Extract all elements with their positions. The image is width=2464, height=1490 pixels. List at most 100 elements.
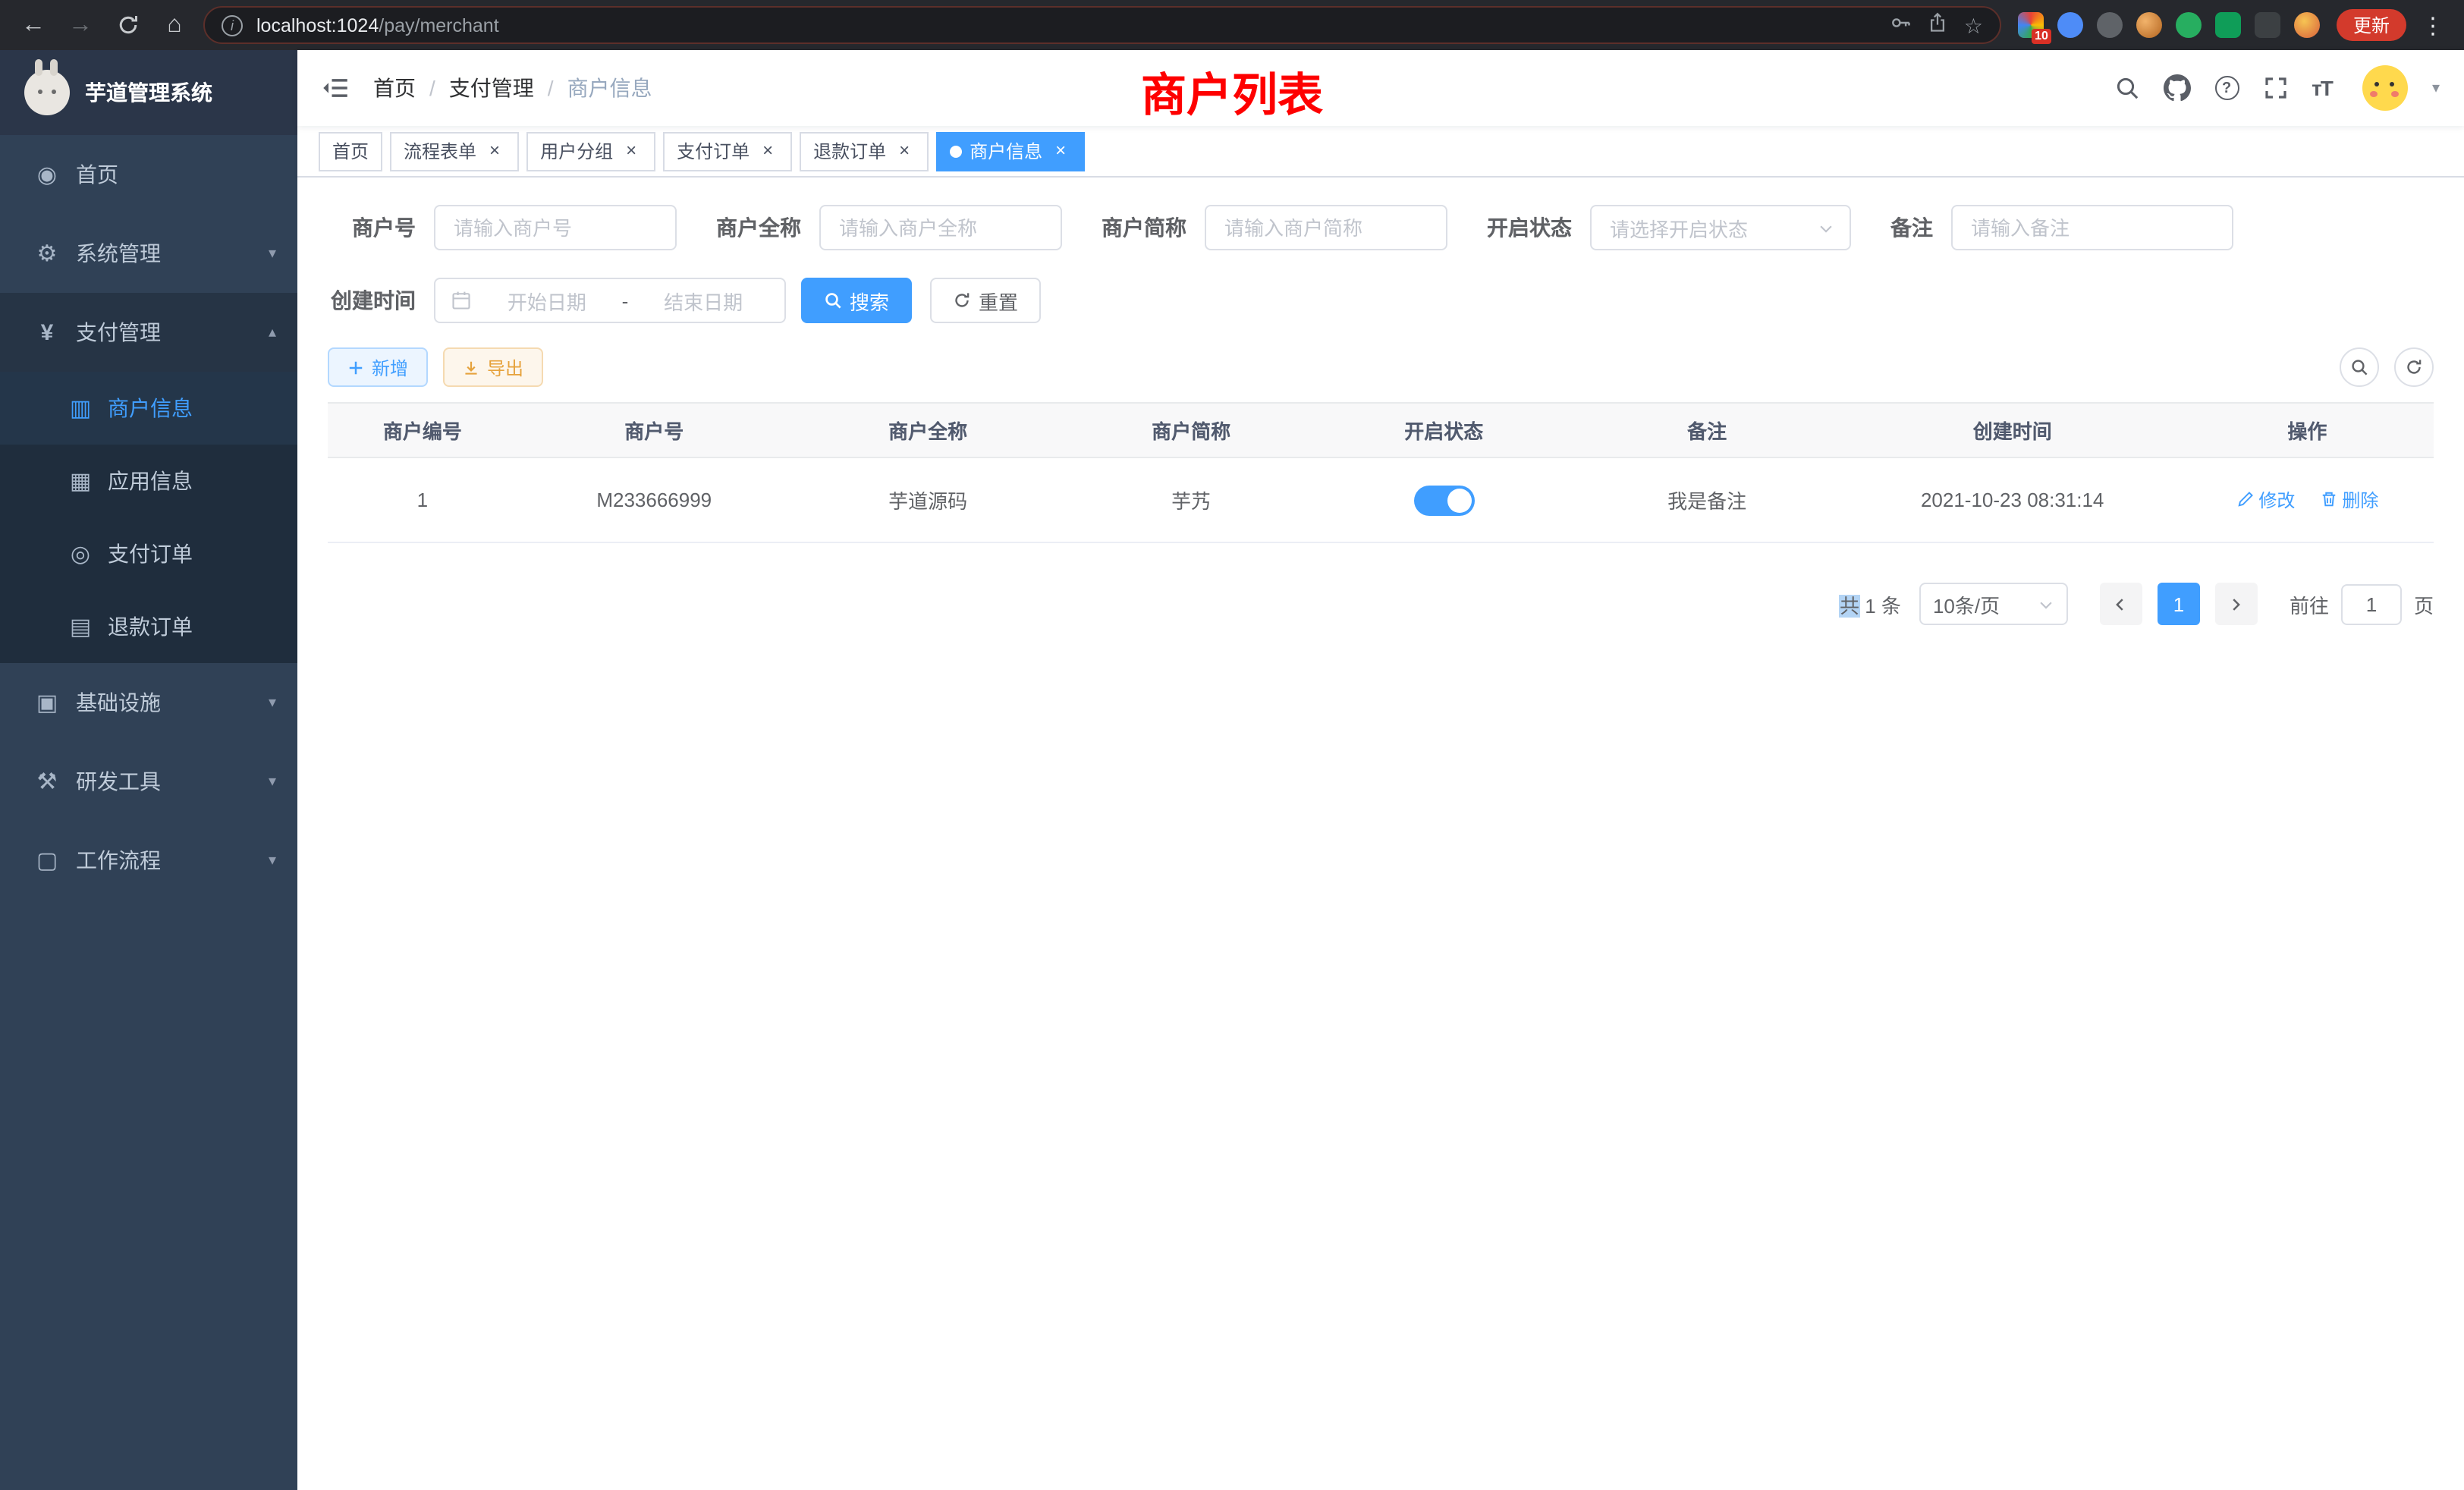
col-remark: 备注 (1570, 403, 1844, 457)
header-search-icon[interactable] (2114, 76, 2139, 100)
cell-merchant-id: 1 (328, 457, 517, 542)
url-text[interactable]: localhost:1024/pay/merchant (256, 14, 1878, 36)
active-dot (950, 145, 962, 157)
avatar[interactable] (2362, 65, 2408, 111)
col-merchant-id: 商户编号 (328, 403, 517, 457)
extension-icon-2[interactable] (2057, 12, 2083, 38)
tab-pay-order[interactable]: 支付订单 × (663, 131, 792, 171)
breadcrumb-payment[interactable]: 支付管理 (449, 73, 534, 103)
cell-status (1318, 457, 1570, 542)
sidebar-item-system[interactable]: ⚙ 系统管理 ▾ (0, 214, 297, 293)
user-caret-down-icon[interactable]: ▾ (2432, 80, 2440, 96)
sidebar-fold-icon[interactable] (322, 74, 349, 102)
col-full-name: 商户全称 (791, 403, 1065, 457)
browser-update-button[interactable]: 更新 (2337, 9, 2406, 41)
tab-label: 首页 (332, 138, 369, 164)
sidebar-item-infra[interactable]: ▣ 基础设施 ▾ (0, 663, 297, 742)
browser-reload-icon[interactable] (109, 7, 146, 43)
tab-user-group[interactable]: 用户分组 × (526, 131, 655, 171)
status-toggle[interactable] (1413, 485, 1474, 515)
sidebar-item-label: 应用信息 (108, 466, 297, 496)
page-number-1[interactable]: 1 (2158, 583, 2200, 625)
browser-forward-icon[interactable]: → (62, 7, 99, 43)
payment-submenu: ▥ 商户信息 ▦ 应用信息 ◎ 支付订单 ▤ 退款订单 (0, 372, 297, 663)
search-button[interactable]: 搜索 (801, 278, 912, 323)
extension-icon-4[interactable] (2136, 12, 2162, 38)
browser-back-icon[interactable]: ← (15, 7, 52, 43)
tab-refund-order[interactable]: 退款订单 × (800, 131, 929, 171)
extension-icon-1[interactable]: 10 (2018, 12, 2044, 38)
goto-page-input[interactable] (2341, 583, 2402, 624)
app-logo[interactable]: 芋道管理系统 (0, 50, 297, 135)
delete-link[interactable]: 删除 (2319, 487, 2378, 513)
tab-close-icon[interactable]: × (621, 140, 642, 162)
monitor-icon: ▣ (30, 689, 64, 716)
extension-icon-3[interactable] (2097, 12, 2123, 38)
tab-home[interactable]: 首页 (319, 131, 382, 171)
total-prefix: 共 (1840, 594, 1859, 617)
tab-close-icon[interactable]: × (757, 140, 778, 162)
refresh-table-button[interactable] (2394, 347, 2434, 387)
cell-merchant-no: M233666999 (517, 457, 791, 542)
tab-close-icon[interactable]: × (894, 140, 915, 162)
breadcrumb-home[interactable]: 首页 (373, 73, 416, 103)
add-button[interactable]: 新增 (328, 347, 428, 387)
extension-icon-7[interactable] (2255, 12, 2280, 38)
github-icon[interactable] (2163, 74, 2190, 102)
next-page-button[interactable] (2215, 583, 2258, 625)
remark-input[interactable] (1951, 205, 2233, 250)
merchant-shortname-input[interactable] (1205, 205, 1447, 250)
site-info-icon[interactable]: i (222, 14, 243, 36)
document-icon: ▤ (67, 613, 94, 640)
sidebar-item-refund-order[interactable]: ▤ 退款订单 (0, 590, 297, 663)
tab-close-icon[interactable]: × (484, 140, 505, 162)
sidebar-item-label: 退款订单 (108, 611, 297, 642)
extension-icon-8[interactable] (2294, 12, 2320, 38)
goto-label: 前往 (2290, 589, 2329, 618)
tab-process-form[interactable]: 流程表单 × (390, 131, 519, 171)
sidebar-item-pay-order[interactable]: ◎ 支付订单 (0, 517, 297, 590)
extensions-area: 10 (2012, 12, 2326, 38)
share-icon[interactable] (1928, 12, 1949, 38)
create-time-range-picker[interactable]: 开始日期 - 结束日期 (434, 278, 786, 323)
browser-menu-icon[interactable]: ⋮ (2417, 11, 2449, 39)
fullscreen-icon[interactable] (2263, 76, 2287, 100)
sidebar-item-workflow[interactable]: ▢ 工作流程 ▾ (0, 821, 297, 900)
card-icon: ▥ (67, 395, 94, 422)
extension-icon-6[interactable] (2215, 12, 2241, 38)
bookmark-star-icon[interactable]: ☆ (1964, 14, 1983, 36)
tab-close-icon[interactable]: × (1050, 140, 1071, 162)
merchant-fullname-input[interactable] (819, 205, 1062, 250)
table-header-row: 商户编号 商户号 商户全称 商户简称 开启状态 备注 创建时间 操作 (328, 403, 2434, 457)
status-select[interactable]: 请选择开启状态 (1590, 205, 1851, 250)
extension-badge: 10 (2032, 29, 2051, 44)
tab-label: 流程表单 (404, 138, 476, 164)
sidebar-item-label: 首页 (76, 159, 276, 190)
sidebar-item-merchant-info[interactable]: ▥ 商户信息 (0, 372, 297, 445)
sidebar-item-payment[interactable]: ¥ 支付管理 ▴ (0, 293, 297, 372)
extension-icon-5[interactable] (2176, 12, 2202, 38)
tab-merchant-info[interactable]: 商户信息 × (936, 131, 1085, 171)
prev-page-button[interactable] (2100, 583, 2142, 625)
sidebar-item-app-info[interactable]: ▦ 应用信息 (0, 445, 297, 517)
help-icon[interactable]: ? (2214, 76, 2239, 100)
edit-link[interactable]: 修改 (2236, 487, 2295, 513)
sidebar-item-home[interactable]: ◉ 首页 (0, 135, 297, 214)
page-size-select[interactable]: 10条/页 (1919, 583, 2068, 625)
font-size-icon[interactable]: тT (2312, 76, 2332, 100)
grid-icon: ▦ (67, 467, 94, 495)
reset-button[interactable]: 重置 (930, 278, 1041, 323)
page-content: 商户号 商户全称 商户简称 开启状态 请选择开启状态 (297, 178, 2464, 1490)
chevron-down-icon: ▾ (269, 694, 276, 711)
password-key-icon[interactable] (1891, 12, 1912, 38)
merchant-no-input[interactable] (434, 205, 677, 250)
toggle-search-button[interactable] (2340, 347, 2379, 387)
pagination: 共 1 条 10条/页 1 前往 (328, 583, 2434, 625)
sidebar-item-devtools[interactable]: ⚒ 研发工具 ▾ (0, 742, 297, 821)
col-actions: 操作 (2181, 403, 2434, 457)
browser-home-icon[interactable]: ⌂ (156, 7, 193, 43)
page-unit-label: 页 (2414, 589, 2434, 618)
yen-icon: ¥ (30, 319, 64, 345)
address-bar[interactable]: i localhost:1024/pay/merchant ☆ (203, 6, 2001, 44)
export-button[interactable]: 导出 (443, 347, 543, 387)
